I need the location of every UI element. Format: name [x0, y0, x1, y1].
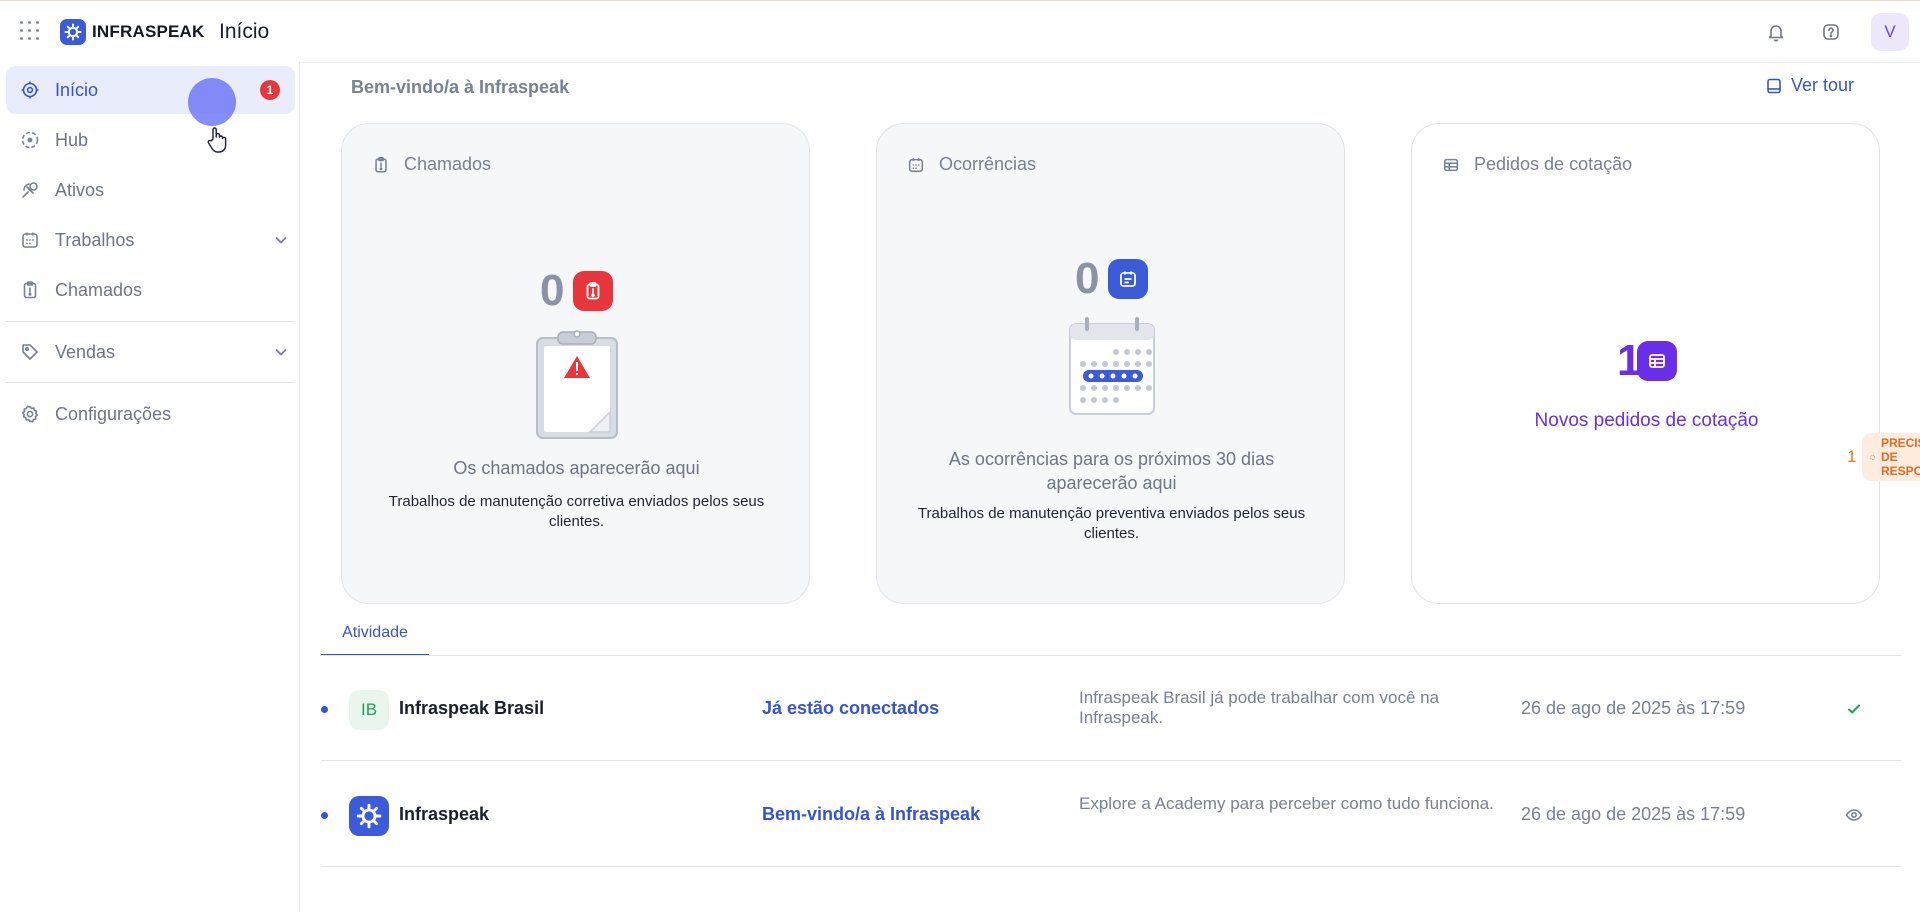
- spinner-icon: [1870, 454, 1876, 460]
- check-icon[interactable]: [1843, 698, 1865, 720]
- needs-response-label: PRECISA DE RESPOSTA: [1880, 436, 1920, 478]
- user-avatar[interactable]: V: [1871, 13, 1909, 51]
- calendar-icon: [22, 232, 38, 248]
- table-icon: [1443, 158, 1459, 171]
- tab-atividade[interactable]: Atividade: [321, 618, 429, 656]
- activity-date: 26 de ago de 2025 às 17:59: [1521, 698, 1746, 718]
- brand-name: INFRASPEAK: [92, 22, 205, 41]
- activity-date: 26 de ago de 2025 às 17:59: [1521, 804, 1746, 824]
- sidebar-item-label: Chamados: [55, 279, 143, 300]
- help-icon[interactable]: [1819, 20, 1843, 44]
- sidebar-item-hub[interactable]: Hub: [6, 116, 295, 164]
- sidebar-item-label: Início: [55, 79, 99, 100]
- home-target-icon: [21, 81, 39, 99]
- card-chamados[interactable]: Chamados 0 Os chamados aparecerão aqui T…: [341, 123, 810, 604]
- empty-state-title: Os chamados aparecerão aqui: [453, 458, 700, 478]
- card-ocorrencias[interactable]: Ocorrências 0 As ocorrências para os pró…: [876, 123, 1345, 604]
- activity-link[interactable]: Já estão conectados: [762, 698, 939, 719]
- sidebar-item-inicio[interactable]: Início 1: [6, 66, 295, 114]
- card-pedidos-cotacao[interactable]: Pedidos de cotação 1 Novos pedidos de co…: [1411, 123, 1880, 604]
- gear-icon: [21, 405, 39, 423]
- clipboard-icon: [23, 281, 37, 299]
- book-icon: [1767, 78, 1781, 93]
- sidebar-divider: [6, 382, 295, 383]
- card-title: Chamados: [404, 154, 492, 174]
- sidebar-item-label: Configurações: [55, 403, 172, 424]
- sidebar-item-vendas[interactable]: Vendas: [6, 328, 295, 376]
- click-indicator: [188, 78, 236, 126]
- sidebar: Início 1 Hub Ativos Trabalhos Chamados V…: [0, 62, 300, 912]
- card-header: Chamados: [372, 154, 491, 175]
- empty-state-description: Trabalhos de manutenção preventiva envia…: [917, 505, 1306, 542]
- sidebar-item-trabalhos[interactable]: Trabalhos: [6, 216, 295, 264]
- chevron-down-icon[interactable]: [273, 344, 289, 360]
- sidebar-divider: [6, 321, 295, 322]
- sidebar-item-label: Trabalhos: [55, 229, 135, 250]
- clipboard-illustration-icon: [536, 330, 618, 439]
- calendar-icon: [908, 157, 924, 172]
- chevron-down-icon[interactable]: [273, 232, 289, 248]
- clipboard-badge-icon: [573, 271, 613, 311]
- infraspeak-logo-icon: [349, 796, 389, 836]
- brand-logo[interactable]: INFRASPEAK: [60, 19, 205, 45]
- chamados-count: 0: [540, 266, 565, 315]
- ocorrencias-count: 0: [1075, 254, 1100, 303]
- card-header: Ocorrências: [907, 154, 1036, 175]
- activity-description: Infraspeak Brasil já pode trabalhar com …: [1079, 688, 1440, 727]
- sidebar-item-configuracoes[interactable]: Configurações: [6, 390, 295, 438]
- quote-badge-icon: [1637, 341, 1677, 381]
- card-title: Pedidos de cotação: [1474, 154, 1633, 174]
- empty-state-title: As ocorrências para os próximos 30 dias …: [948, 449, 1275, 493]
- sidebar-item-label: Hub: [55, 129, 89, 150]
- unread-indicator: [321, 812, 328, 819]
- page-title: Início: [219, 20, 270, 43]
- empty-state-description: Trabalhos de manutenção corretiva enviad…: [388, 493, 765, 530]
- apps-grid-icon[interactable]: [20, 21, 40, 41]
- company-avatar: IB: [349, 690, 389, 730]
- unread-indicator: [321, 706, 328, 713]
- calendar-illustration-icon: [1069, 317, 1155, 415]
- top-bar: INFRASPEAK Início V: [0, 0, 1920, 62]
- tag-icon: [22, 344, 38, 360]
- needs-response-count: 1: [1847, 447, 1857, 466]
- activity-row[interactable]: IB Infraspeak Brasil Já estão conectados…: [321, 656, 1901, 761]
- infraspeak-logo-icon: [60, 19, 86, 45]
- notification-badge: 1: [260, 80, 280, 100]
- activity-company-name: Infraspeak: [399, 804, 490, 824]
- calendar-badge-icon: [1108, 259, 1148, 299]
- tour-label: Ver tour: [1791, 75, 1855, 95]
- tour-link[interactable]: Ver tour: [1765, 75, 1854, 96]
- eye-icon[interactable]: [1843, 804, 1865, 826]
- clipboard-icon: [375, 156, 387, 173]
- activity-description: Explore a Academy para perceber como tud…: [1079, 794, 1494, 813]
- sidebar-item-label: Vendas: [55, 341, 116, 362]
- activity-row[interactable]: Infraspeak Bem-vindo/a à Infraspeak Expl…: [321, 762, 1901, 867]
- hand-cursor-icon: [207, 127, 227, 153]
- new-quotes-link[interactable]: Novos pedidos de cotação: [1442, 410, 1851, 432]
- card-title: Ocorrências: [939, 154, 1037, 174]
- activity-company-name: Infraspeak Brasil: [399, 698, 545, 718]
- needs-response-status: 1 PRECISA DE RESPOSTA: [1847, 433, 1920, 481]
- hub-icon: [21, 131, 39, 149]
- card-header: Pedidos de cotação: [1442, 154, 1632, 175]
- welcome-heading: Bem-vindo/a à Infraspeak: [351, 77, 570, 97]
- activity-link[interactable]: Bem-vindo/a à Infraspeak: [762, 804, 980, 825]
- assets-icon: [22, 182, 38, 198]
- bell-icon[interactable]: [1764, 20, 1788, 44]
- sidebar-item-ativos[interactable]: Ativos: [6, 166, 295, 214]
- sidebar-item-label: Ativos: [55, 179, 105, 200]
- sidebar-item-chamados[interactable]: Chamados: [6, 266, 295, 314]
- needs-response-badge: PRECISA DE RESPOSTA: [1862, 433, 1920, 481]
